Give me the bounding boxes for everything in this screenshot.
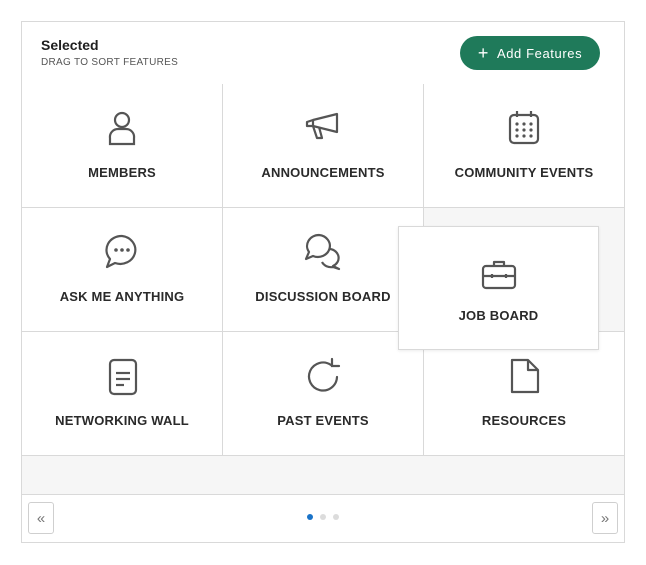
file-icon <box>424 356 624 396</box>
feature-label: NETWORKING WALL <box>55 413 189 428</box>
briefcase-icon <box>399 255 598 295</box>
feature-label: DISCUSSION BOARD <box>255 289 391 304</box>
feature-tile-discussion-board[interactable]: DISCUSSION BOARD <box>223 208 424 332</box>
feature-label: MEMBERS <box>88 165 156 180</box>
page-dot-2[interactable] <box>320 514 326 520</box>
discussion-bubbles-icon <box>223 232 423 272</box>
feature-label: ANNOUNCEMENTS <box>261 165 385 180</box>
feature-label: ASK ME ANYTHING <box>59 289 185 304</box>
feature-label: RESOURCES <box>481 413 567 428</box>
megaphone-icon <box>223 108 423 148</box>
feature-tile-community-events[interactable]: COMMUNITY EVENTS <box>424 84 624 208</box>
feature-label: PAST EVENTS <box>277 413 369 428</box>
feature-tile-ask-me-anything[interactable]: ASK ME ANYTHING <box>22 208 223 332</box>
chat-bubble-icon <box>22 232 222 272</box>
panel-title: Selected <box>41 37 99 53</box>
add-features-button[interactable]: + Add Features <box>460 36 600 70</box>
add-features-label: Add Features <box>496 45 583 61</box>
plus-icon: + <box>477 43 489 63</box>
feature-tile-resources[interactable]: RESOURCES <box>424 332 624 456</box>
document-icon <box>22 356 222 396</box>
feature-tile-announcements[interactable]: ANNOUNCEMENTS <box>223 84 424 208</box>
calendar-icon <box>424 108 624 148</box>
feature-label: JOB BOARD <box>458 308 539 323</box>
feature-tile-networking-wall[interactable]: NETWORKING WALL <box>22 332 223 456</box>
page-indicator <box>22 514 624 520</box>
dragging-feature-tile-job-board[interactable]: JOB BOARD <box>398 226 599 350</box>
pagination-bar: « » <box>22 494 624 542</box>
refresh-icon <box>223 356 423 396</box>
page-dot-1[interactable] <box>307 514 313 520</box>
page-dot-3[interactable] <box>333 514 339 520</box>
empty-drop-row <box>22 456 624 495</box>
feature-tile-members[interactable]: MEMBERS <box>22 84 223 208</box>
next-page-button[interactable]: » <box>592 502 618 534</box>
panel-header: Selected DRAG TO SORT FEATURES + Add Fea… <box>22 22 624 85</box>
feature-label: COMMUNITY EVENTS <box>454 165 594 180</box>
panel-subtitle: DRAG TO SORT FEATURES <box>41 57 179 68</box>
person-icon <box>22 108 222 148</box>
feature-tile-past-events[interactable]: PAST EVENTS <box>223 332 424 456</box>
